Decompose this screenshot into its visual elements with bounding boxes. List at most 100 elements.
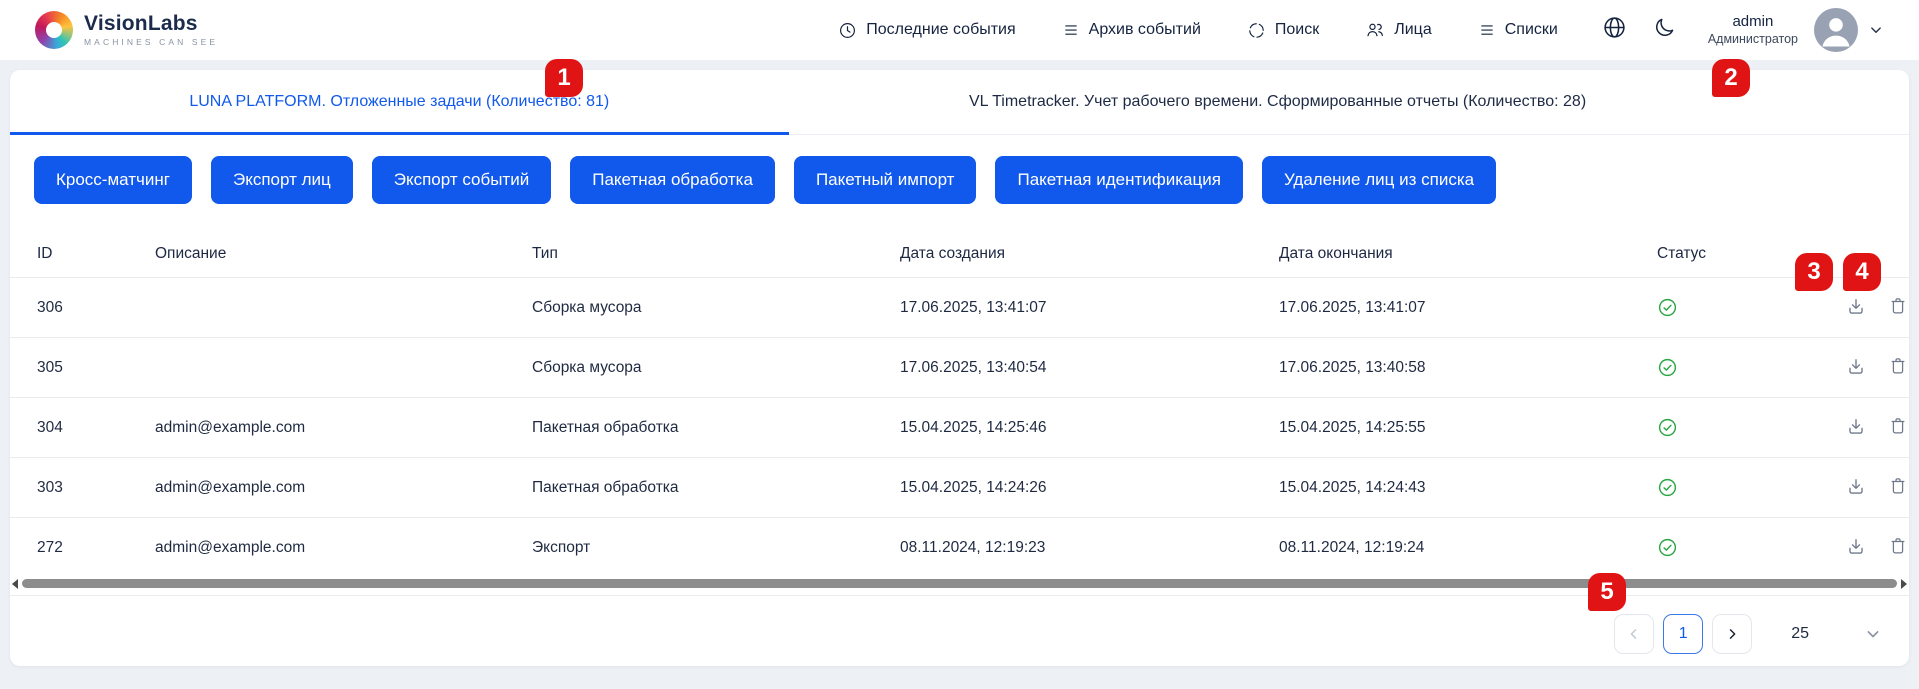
cross-matching-button[interactable]: Кросс-матчинг <box>34 156 192 204</box>
remove-faces-from-list-button[interactable]: Удаление лиц из списка <box>1262 156 1496 204</box>
cell-task-status <box>1657 518 1830 578</box>
cell-task-finished: 08.11.2024, 12:19:24 <box>1279 518 1657 578</box>
cell-task-actions <box>1830 338 1909 398</box>
cell-task-id: 272 <box>10 518 155 578</box>
cell-task-description <box>155 278 532 338</box>
clock-icon <box>838 21 857 40</box>
batch-processing-button[interactable]: Пакетная обработка <box>570 156 775 204</box>
user-name: admin <box>1708 13 1798 32</box>
user-menu-chevron-down-icon[interactable] <box>1867 21 1885 39</box>
tab-vl-timetracker-reports[interactable]: VL Timetracker. Учет рабочего времени. С… <box>789 70 1767 134</box>
batch-identification-button[interactable]: Пакетная идентификация <box>995 156 1242 204</box>
download-result-icon[interactable] <box>1844 354 1868 378</box>
success-check-icon <box>1657 539 1678 556</box>
nav-item-search[interactable]: Поиск <box>1247 21 1319 40</box>
visionlabs-logo-icon <box>35 11 73 49</box>
cell-task-status <box>1657 338 1830 398</box>
cell-task-type: Пакетная обработка <box>532 458 900 518</box>
nav-label: Списки <box>1505 21 1558 39</box>
table-row[interactable]: 306 Сборка мусора 17.06.2025, 13:41:07 1… <box>10 278 1909 338</box>
cell-task-created: 08.11.2024, 12:19:23 <box>900 518 1279 578</box>
list-icon <box>1478 21 1496 39</box>
table-row[interactable]: 303 admin@example.com Пакетная обработка… <box>10 458 1909 518</box>
next-page-button[interactable] <box>1712 614 1752 654</box>
scroll-right-arrow-icon[interactable] <box>1901 579 1907 589</box>
delete-task-trash-icon[interactable] <box>1886 414 1910 438</box>
avatar[interactable] <box>1814 8 1858 52</box>
download-result-icon[interactable] <box>1844 294 1868 318</box>
nav-label: Последние события <box>866 21 1015 39</box>
cell-task-actions <box>1830 458 1909 518</box>
cell-task-status <box>1657 458 1830 518</box>
scroll-left-arrow-icon[interactable] <box>12 579 18 589</box>
cell-task-id: 304 <box>10 398 155 458</box>
column-header-created: Дата создания <box>900 231 1279 278</box>
success-check-icon <box>1657 419 1678 436</box>
scan-icon <box>1247 21 1266 40</box>
tab-bar: LUNA PLATFORM. Отложенные задачи (Количе… <box>10 70 1909 135</box>
nav-label: Архив событий <box>1089 21 1201 39</box>
download-result-icon[interactable] <box>1844 474 1868 498</box>
cell-task-actions <box>1830 518 1909 578</box>
page-size-value[interactable]: 25 <box>1791 625 1809 643</box>
nav-item-events-archive[interactable]: Архив событий <box>1062 21 1201 39</box>
nav-item-latest-events[interactable]: Последние события <box>838 21 1015 40</box>
current-page-button[interactable]: 1 <box>1663 614 1703 654</box>
export-events-button[interactable]: Экспорт событий <box>372 156 551 204</box>
task-action-buttons: Кросс-матчинг Экспорт лиц Экспорт событи… <box>34 156 1909 204</box>
previous-page-button[interactable] <box>1614 614 1654 654</box>
annotation-badge-4: 4 <box>1843 253 1881 291</box>
delete-task-trash-icon[interactable] <box>1886 354 1910 378</box>
page-size-chevron-down-icon[interactable] <box>1863 624 1883 644</box>
top-bar: VisionLabs MACHINES CAN SEE Последние со… <box>0 0 1919 60</box>
nav-item-lists[interactable]: Списки <box>1478 21 1558 39</box>
cell-task-finished: 17.06.2025, 13:41:07 <box>1279 278 1657 338</box>
main-navigation: Последние события Архив событий Поиск Ли… <box>838 20 1558 40</box>
column-header-description: Описание <box>155 231 532 278</box>
pagination-bar: 1 25 <box>10 595 1909 672</box>
success-check-icon <box>1657 299 1678 316</box>
logo-title: VisionLabs <box>84 13 218 35</box>
delete-task-trash-icon[interactable] <box>1886 474 1910 498</box>
annotation-badge-5: 5 <box>1588 573 1626 611</box>
download-result-icon[interactable] <box>1844 534 1868 558</box>
cell-task-description: admin@example.com <box>155 458 532 518</box>
table-header-row: ID Описание Тип Дата создания Дата оконч… <box>10 231 1909 278</box>
tasks-table: ID Описание Тип Дата создания Дата оконч… <box>10 231 1909 577</box>
nav-item-faces[interactable]: Лица <box>1365 20 1432 40</box>
cell-task-id: 305 <box>10 338 155 398</box>
cell-task-created: 15.04.2025, 14:24:26 <box>900 458 1279 518</box>
user-info: admin Администратор <box>1708 13 1798 47</box>
annotation-badge-2: 2 <box>1712 59 1750 97</box>
language-globe-icon[interactable] <box>1602 15 1627 45</box>
cell-task-type: Экспорт <box>532 518 900 578</box>
cell-task-description: admin@example.com <box>155 518 532 578</box>
cell-task-id: 303 <box>10 458 155 518</box>
cell-task-finished: 15.04.2025, 14:24:43 <box>1279 458 1657 518</box>
logo-tagline: MACHINES CAN SEE <box>84 37 218 47</box>
cell-task-description <box>155 338 532 398</box>
list-icon <box>1062 21 1080 39</box>
column-header-type: Тип <box>532 231 900 278</box>
cell-task-created: 15.04.2025, 14:25:46 <box>900 398 1279 458</box>
dark-mode-moon-icon[interactable] <box>1653 16 1676 44</box>
tab-label: VL Timetracker. Учет рабочего времени. С… <box>969 93 1586 111</box>
delete-task-trash-icon[interactable] <box>1886 294 1910 318</box>
table-row[interactable]: 305 Сборка мусора 17.06.2025, 13:40:54 1… <box>10 338 1909 398</box>
download-result-icon[interactable] <box>1844 414 1868 438</box>
cell-task-status <box>1657 398 1830 458</box>
annotation-badge-1: 1 <box>545 59 583 97</box>
cell-task-actions <box>1830 398 1909 458</box>
delete-task-trash-icon[interactable] <box>1886 534 1910 558</box>
table-row[interactable]: 304 admin@example.com Пакетная обработка… <box>10 398 1909 458</box>
batch-import-button[interactable]: Пакетный импорт <box>794 156 977 204</box>
export-faces-button[interactable]: Экспорт лиц <box>211 156 353 204</box>
table-row[interactable]: 272 admin@example.com Экспорт 08.11.2024… <box>10 518 1909 578</box>
visionlabs-logo[interactable]: VisionLabs MACHINES CAN SEE <box>35 11 218 49</box>
user-role: Администратор <box>1708 32 1798 48</box>
tab-luna-deferred-tasks[interactable]: LUNA PLATFORM. Отложенные задачи (Количе… <box>10 70 789 134</box>
cell-task-created: 17.06.2025, 13:40:54 <box>900 338 1279 398</box>
nav-label: Поиск <box>1275 21 1319 39</box>
column-header-finished: Дата окончания <box>1279 231 1657 278</box>
success-check-icon <box>1657 479 1678 496</box>
